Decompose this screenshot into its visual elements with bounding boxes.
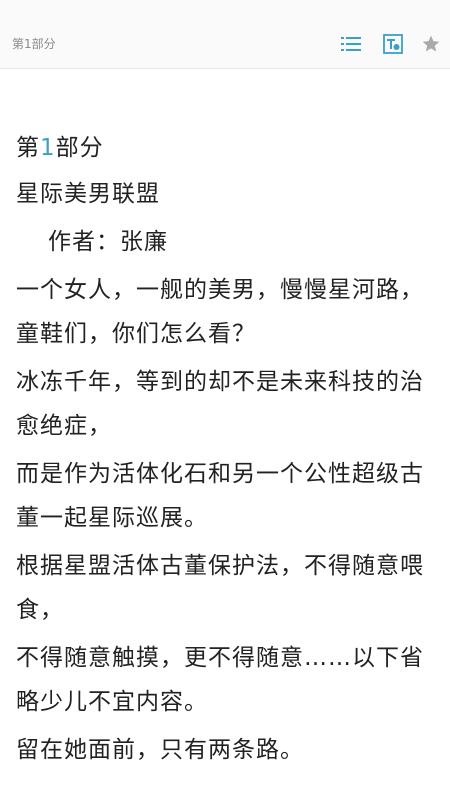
chapter-suffix: 部分: [55, 135, 104, 161]
breadcrumb: 第1部分: [12, 37, 56, 51]
paragraph: 而是作为活体化石和另一个公性超级古董一起星际巡展。: [16, 461, 424, 531]
paragraph: 根据星盟活体古董保护法，不得随意喂食，: [16, 553, 424, 623]
top-toolbar: 第1部分: [0, 0, 450, 69]
star-icon[interactable]: [418, 31, 444, 57]
paragraph: 冰冻千年，等到的却不是未来科技的治愈绝症，: [16, 369, 424, 439]
chapter-number: 1: [40, 135, 56, 161]
paragraph: 留在她面前，只有两条路。: [16, 737, 304, 763]
font-settings-icon[interactable]: [380, 31, 406, 57]
paragraph: 一个女人，一舰的美男，慢慢星河路，童鞋们，你们怎么看？: [16, 277, 424, 347]
paragraph: 不得随意触摸，更不得随意……以下省略少儿不宜内容。: [16, 645, 424, 715]
book-title: 星际美男联盟: [16, 181, 160, 207]
chapter-title: 第1部分: [16, 126, 436, 170]
list-icon[interactable]: [338, 31, 364, 57]
author-line: 作者：张廉: [48, 229, 168, 255]
reader-content: 第1部分 星际美男联盟 作者：张廉 一个女人，一舰的美男，慢慢星河路，童鞋们，你…: [16, 126, 436, 776]
chapter-prefix: 第: [16, 135, 40, 161]
